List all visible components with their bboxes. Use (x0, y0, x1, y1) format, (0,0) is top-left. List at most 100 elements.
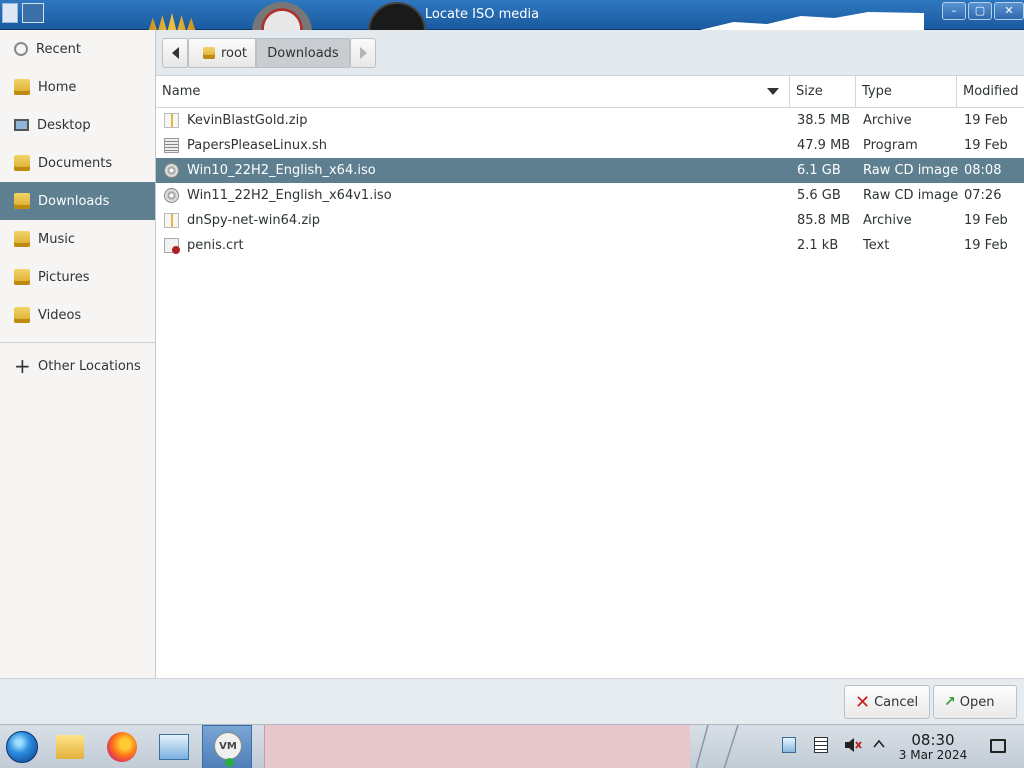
file-list[interactable]: Name Size Type Modified KevinBlastGold.z… (156, 76, 1024, 678)
sidebar-separator (0, 342, 155, 343)
sort-descending-icon (767, 88, 779, 95)
pictures-folder-icon (14, 269, 30, 285)
column-header-modified[interactable]: Modified (957, 76, 1024, 108)
sidebar-item-other-locations[interactable]: + Other Locations (0, 351, 155, 381)
path-forward-button[interactable] (350, 38, 376, 68)
open-label: Open (959, 694, 995, 710)
open-button[interactable]: ↗ Open (933, 685, 1017, 719)
taskbar-network-manager[interactable] (156, 729, 192, 765)
tray-volume-muted-icon[interactable] (844, 737, 862, 757)
path-root-label: root (220, 45, 248, 61)
file-name: Win11_22H2_English_x64v1.iso (187, 188, 392, 203)
maximize-button[interactable]: ▢ (968, 2, 992, 20)
column-header-label: Modified (963, 84, 1019, 99)
folder-icon (56, 735, 84, 759)
sidebar-item-label: Other Locations (38, 358, 141, 374)
script-icon (164, 138, 179, 153)
file-type: Raw CD image (863, 188, 959, 203)
file-name: penis.crt (187, 238, 244, 253)
tray-expand-chevron-up-icon[interactable] (872, 737, 886, 755)
file-size: 47.9 MB (797, 138, 851, 153)
sidebar-item-label: Home (38, 79, 77, 95)
music-folder-icon (14, 231, 30, 247)
file-modified: 19 Feb (964, 113, 1008, 128)
file-modified: 19 Feb (964, 213, 1008, 228)
chevron-left-icon (171, 47, 179, 59)
vm-icon: VM (214, 732, 242, 760)
sidebar-item-music[interactable]: Music (0, 220, 155, 258)
firefox-icon (107, 732, 137, 762)
table-row[interactable]: penis.crt 2.1 kB Text 19 Feb (156, 233, 1024, 258)
file-name: PapersPleaseLinux.sh (187, 138, 327, 153)
taskbar-window-button[interactable] (264, 725, 690, 768)
places-sidebar: Recent Home Desktop Documents Downloads … (0, 30, 156, 678)
sidebar-item-videos[interactable]: Videos (0, 296, 155, 334)
sidebar-item-desktop[interactable]: Desktop (0, 106, 155, 144)
sidebar-item-documents[interactable]: Documents (0, 144, 155, 182)
file-type: Raw CD image (863, 163, 959, 178)
taskbar: VM 08:30 3 Mar 2024 (0, 724, 1024, 768)
sidebar-item-downloads[interactable]: Downloads (0, 182, 155, 220)
certificate-icon (164, 238, 180, 254)
disc-icon (164, 188, 179, 203)
path-root-button[interactable]: root (188, 38, 256, 68)
show-desktop-icon[interactable] (990, 739, 1006, 753)
sidebar-item-label: Pictures (38, 269, 90, 285)
column-header-type[interactable]: Type (856, 76, 957, 108)
file-modified: 07:26 (964, 188, 1002, 203)
taskbar-virt-manager[interactable]: VM (202, 725, 252, 768)
file-size: 2.1 kB (797, 238, 839, 253)
start-orb-icon (6, 731, 38, 763)
taskbar-decoration (695, 725, 739, 768)
file-type: Program (863, 138, 918, 153)
path-bar: root Downloads (156, 30, 1024, 76)
tray-clipboard-icon[interactable] (782, 737, 796, 753)
path-back-button[interactable] (162, 38, 188, 68)
file-modified: 19 Feb (964, 138, 1008, 153)
file-modified: 08:08 (964, 163, 1002, 178)
sidebar-item-label: Downloads (38, 193, 110, 209)
file-type: Archive (863, 213, 912, 228)
column-header-label: Type (862, 84, 892, 99)
desktop-icon (14, 119, 29, 131)
plus-icon: + (14, 354, 31, 378)
table-row[interactable]: KevinBlastGold.zip 38.5 MB Archive 19 Fe… (156, 108, 1024, 133)
file-name: KevinBlastGold.zip (187, 113, 308, 128)
sidebar-item-label: Recent (36, 41, 81, 57)
minimize-button[interactable]: – (942, 2, 966, 20)
clock-date[interactable]: 3 Mar 2024 (893, 748, 973, 762)
taskbar-file-manager[interactable] (52, 729, 88, 765)
path-current-button[interactable]: Downloads (256, 38, 350, 68)
window-title: Locate ISO media (424, 7, 540, 22)
file-modified: 19 Feb (964, 238, 1008, 253)
file-name: dnSpy-net-win64.zip (187, 213, 321, 228)
cancel-label: Cancel (874, 694, 919, 710)
sidebar-item-home[interactable]: Home (0, 68, 155, 106)
cancel-button[interactable]: ✕ Cancel (844, 685, 930, 719)
table-row[interactable]: dnSpy-net-win64.zip 85.8 MB Archive 19 F… (156, 208, 1024, 233)
close-button[interactable]: ✕ (994, 2, 1024, 20)
home-folder-icon (202, 47, 215, 59)
taskbar-firefox[interactable] (104, 729, 140, 765)
zip-icon (164, 213, 179, 228)
sidebar-item-label: Documents (38, 155, 113, 171)
videos-folder-icon (14, 307, 30, 323)
sidebar-item-recent[interactable]: Recent (0, 30, 155, 68)
downloads-folder-icon (14, 193, 30, 209)
file-size: 6.1 GB (797, 163, 841, 178)
path-current-label: Downloads (267, 45, 339, 61)
table-row[interactable]: Win11_22H2_English_x64v1.iso 5.6 GB Raw … (156, 183, 1024, 208)
window-titlebar[interactable]: Locate ISO media – ▢ ✕ (0, 0, 1024, 62)
table-row[interactable]: PapersPleaseLinux.sh 47.9 MB Program 19 … (156, 133, 1024, 158)
column-header-name[interactable]: Name (156, 76, 790, 108)
tray-notes-icon[interactable] (814, 737, 828, 753)
column-header-label: Size (796, 84, 823, 99)
file-size: 5.6 GB (797, 188, 841, 203)
table-row-selected[interactable]: Win10_22H2_English_x64.iso 6.1 GB Raw CD… (156, 158, 1024, 183)
column-header-size[interactable]: Size (790, 76, 856, 108)
start-button[interactable] (4, 729, 40, 765)
sidebar-item-label: Music (38, 231, 75, 247)
sidebar-item-pictures[interactable]: Pictures (0, 258, 155, 296)
clock-time[interactable]: 08:30 (900, 731, 966, 749)
file-type: Archive (863, 113, 912, 128)
